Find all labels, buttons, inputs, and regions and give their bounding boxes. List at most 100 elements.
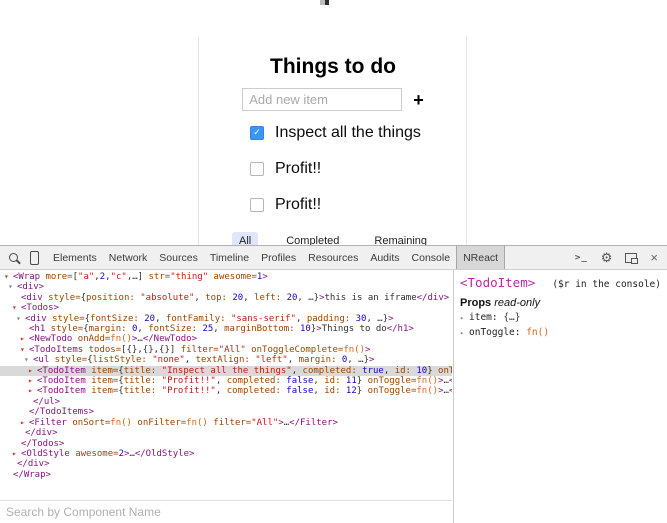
collapse-arrow-icon[interactable]: ▾ <box>24 355 33 365</box>
collapse-arrow-icon[interactable]: ▾ <box>16 314 25 324</box>
gear-icon[interactable]: ⚙ <box>601 251 613 264</box>
token: "Inspect all the things" <box>162 366 292 376</box>
expand-arrow-icon[interactable]: ▸ <box>460 312 469 324</box>
page-title: Things to do <box>199 54 467 80</box>
token: </ul> <box>33 397 60 407</box>
tree-row[interactable]: ▾<Todos> <box>0 303 452 313</box>
tab-timeline[interactable]: Timeline <box>204 246 255 269</box>
tree-row[interactable]: ▸<Filter onSort=fn() onFilter=fn() filte… <box>0 418 452 428</box>
prop-value: fn() <box>526 327 549 338</box>
tab-network[interactable]: Network <box>103 246 154 269</box>
add-item-button[interactable]: + <box>413 91 424 109</box>
collapse-arrow-icon[interactable]: ▾ <box>8 282 17 292</box>
token: </div> <box>417 293 450 303</box>
expand-arrow-icon[interactable]: ▸ <box>28 366 37 376</box>
tree-row[interactable]: ▾<div style={fontSize: 20, fontFamily: "… <box>0 314 452 324</box>
token: , <box>216 376 227 386</box>
token: onTogg <box>433 366 452 376</box>
prop-row[interactable]: ▸onToggle: fn() <box>460 327 661 339</box>
token: onAdd= <box>72 334 110 344</box>
tree-row[interactable]: ▾<ul style={listStyle: "none", textAlign… <box>0 355 452 365</box>
collapse-arrow-icon[interactable]: ▾ <box>20 345 29 355</box>
todo-item: Profit!! <box>250 160 467 177</box>
token: </Wrap> <box>13 470 51 480</box>
token: > <box>262 272 267 282</box>
expand-arrow-icon[interactable]: ▸ <box>28 386 37 396</box>
tab-console[interactable]: Console <box>406 246 457 269</box>
token: , …} <box>297 293 319 303</box>
tab-sources[interactable]: Sources <box>153 246 204 269</box>
tree-row[interactable]: ▸<OldStyle awesome=2>…</OldStyle> <box>0 449 452 459</box>
close-icon[interactable]: × <box>650 251 658 264</box>
tree-row[interactable]: <h1 style={margin: 0, fontSize: 25, marg… <box>0 324 452 334</box>
tree-row[interactable]: </TodoItems> <box>0 407 452 417</box>
todo-item-label: Inspect all the things <box>275 124 421 142</box>
token: </Todos> <box>21 439 64 449</box>
tab-nreact[interactable]: NReact <box>456 246 505 269</box>
token: , <box>288 355 299 365</box>
expand-arrow-icon[interactable]: ▸ <box>20 418 29 428</box>
tree-row[interactable]: ▾<TodoItems todos=[{},{},{}] filter="All… <box>0 345 452 355</box>
expand-arrow-icon[interactable]: ▸ <box>460 327 469 339</box>
tree-row[interactable]: ▾<Wrap more=["a",2,"c",…] str="thing" aw… <box>0 272 452 282</box>
token: 12 <box>346 386 357 396</box>
token: fontFamily: <box>166 314 231 324</box>
token: 11 <box>346 376 357 386</box>
token: , <box>213 324 224 334</box>
todo-app: Things to do + ✓ Inspect all the things Pr… <box>199 54 467 250</box>
token: top: <box>205 293 232 303</box>
collapse-arrow-icon[interactable]: ▾ <box>12 303 21 313</box>
token: listStyle: <box>93 355 153 365</box>
search-icon[interactable] <box>9 253 18 262</box>
token: , …} <box>366 314 388 324</box>
tree-row[interactable]: ▾<div> <box>0 282 452 292</box>
token: <Wrap <box>13 272 40 282</box>
todo-checkbox[interactable] <box>250 198 264 212</box>
todo-checkbox[interactable]: ✓ <box>250 126 264 140</box>
token: completed: <box>227 386 287 396</box>
tree-row[interactable]: </Todos> <box>0 439 452 449</box>
token: , <box>216 386 227 396</box>
tree-row[interactable]: </Wrap> <box>0 470 452 480</box>
tab-resources[interactable]: Resources <box>302 246 364 269</box>
tree-row[interactable]: ▸<NewTodo onAdd=fn()>…</NewTodo> <box>0 334 452 344</box>
token: </h1> <box>387 324 414 334</box>
token: , <box>296 314 307 324</box>
add-item-input[interactable] <box>242 88 402 111</box>
console-drawer-icon[interactable]: >_ <box>575 253 588 263</box>
todo-checkbox[interactable] <box>250 162 264 176</box>
token: , <box>194 293 205 303</box>
token: 20 <box>144 314 155 324</box>
token: "absolute" <box>140 293 194 303</box>
prop-key: onToggle: <box>469 327 526 338</box>
tab-profiles[interactable]: Profiles <box>255 246 302 269</box>
todo-item-label: Profit!! <box>275 160 321 178</box>
tree-row[interactable]: </div> <box>0 459 452 469</box>
tree-row[interactable]: ▸<TodoItem item={title: "Profit!!", comp… <box>0 376 452 386</box>
tree-row[interactable]: ▸<TodoItem item={title: "Inspect all the… <box>0 366 452 376</box>
todo-item: ✓ Inspect all the things <box>250 124 467 141</box>
component-search-input[interactable] <box>0 501 452 523</box>
tab-audits[interactable]: Audits <box>364 246 405 269</box>
expand-arrow-icon[interactable]: ▸ <box>12 449 21 459</box>
expand-arrow-icon[interactable]: ▸ <box>28 376 37 386</box>
props-section-label: Props read-only <box>460 297 661 309</box>
tree-row[interactable]: </ul> <box>0 397 452 407</box>
tree-row[interactable]: </div> <box>0 428 452 438</box>
prop-row[interactable]: ▸item: {…} <box>460 312 661 324</box>
tree-row[interactable]: <div style={position: "absolute", top: 2… <box>0 293 452 303</box>
collapse-arrow-icon[interactable]: ▾ <box>4 272 13 282</box>
token: 25 <box>202 324 213 334</box>
dock-side-icon[interactable] <box>625 253 637 263</box>
devtools-panel: ElementsNetworkSourcesTimelineProfilesRe… <box>0 245 667 523</box>
tab-elements[interactable]: Elements <box>47 246 103 269</box>
token: , <box>137 324 148 334</box>
expand-arrow-icon[interactable]: ▸ <box>20 334 29 344</box>
device-icon[interactable] <box>30 251 39 265</box>
toolbar-right-icons: >_ ⚙ × <box>575 251 658 264</box>
token: style= <box>45 324 83 334</box>
token: <TodoItem <box>37 386 86 396</box>
token: filter= <box>175 345 218 355</box>
tree-row[interactable]: ▸<TodoItem item={title: "Profit!!", comp… <box>0 386 452 396</box>
token: "sans-serif" <box>231 314 296 324</box>
